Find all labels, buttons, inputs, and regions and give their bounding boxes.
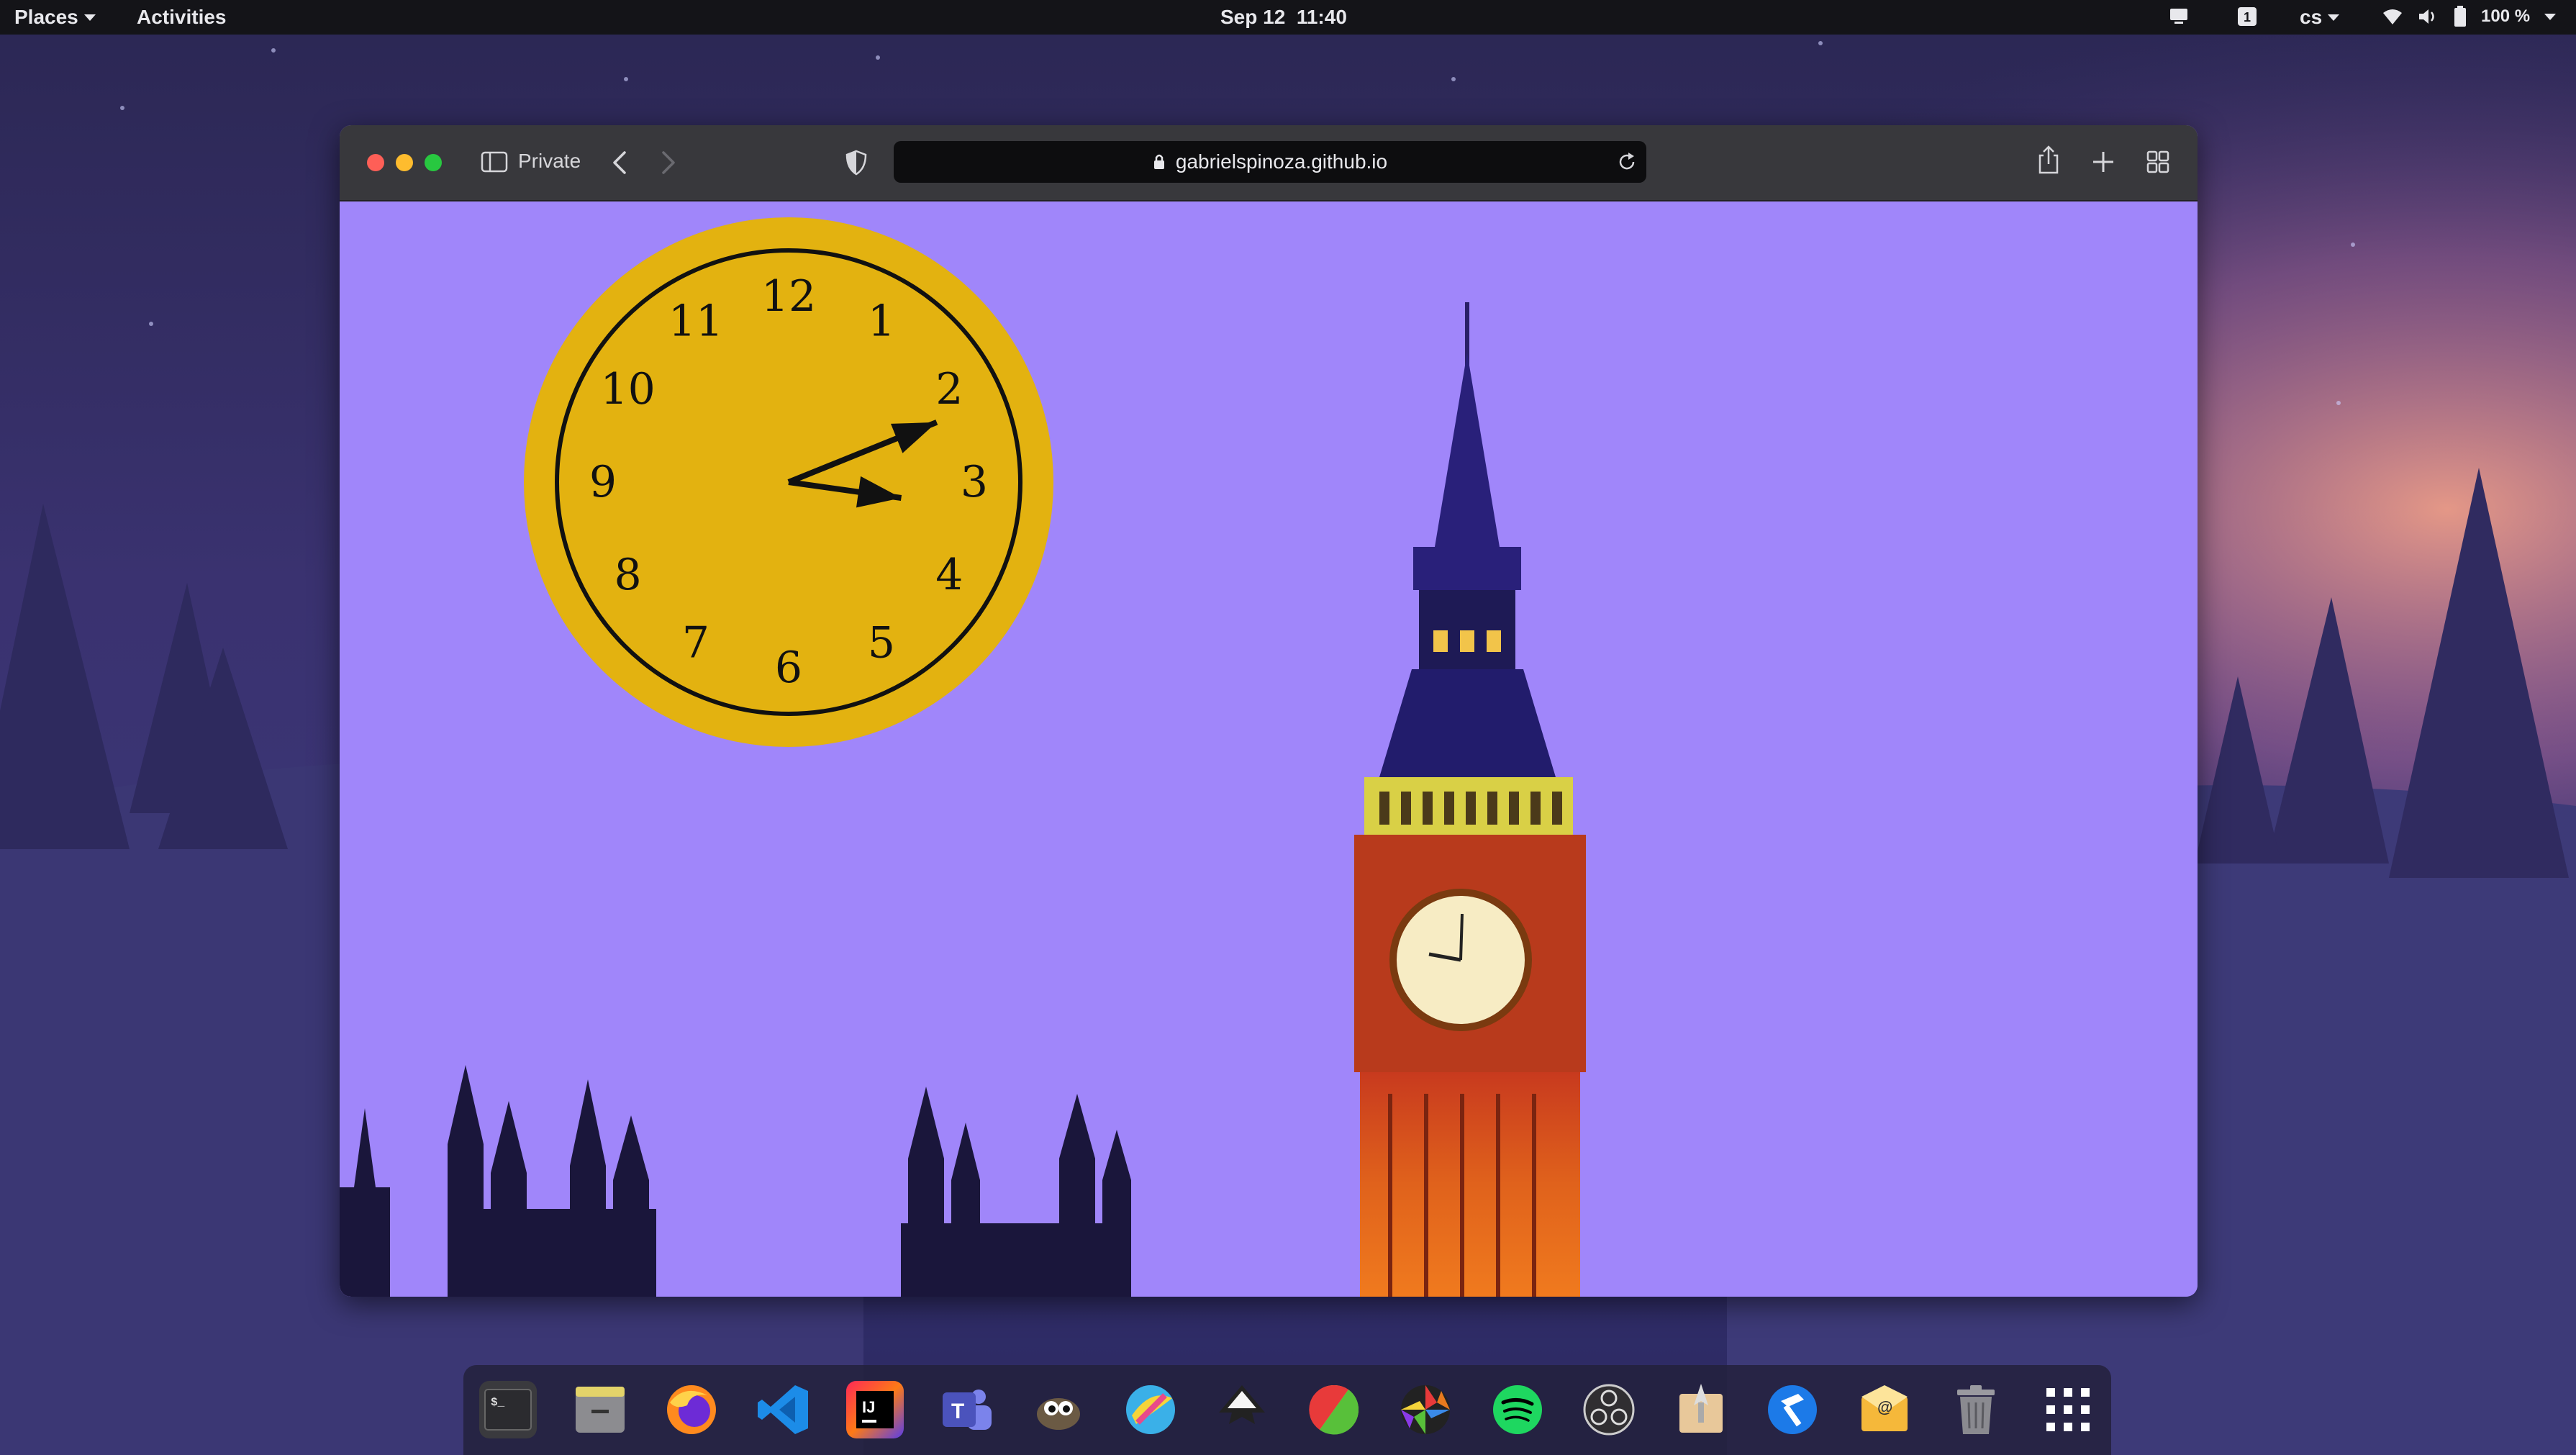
inkscape-icon[interactable] bbox=[1213, 1381, 1271, 1438]
svg-text:IJ: IJ bbox=[862, 1398, 875, 1416]
browser-toolbar: Private gabrielspinoza.github.io bbox=[340, 125, 2198, 201]
dock: $_ IJ T @ bbox=[463, 1365, 2111, 1455]
wifi-icon bbox=[2383, 9, 2402, 24]
screen-sharing-indicator[interactable] bbox=[2169, 6, 2192, 26]
mail-icon[interactable]: @ bbox=[1856, 1381, 1913, 1438]
chevron-down-icon bbox=[83, 14, 96, 21]
svg-text:$_: $_ bbox=[491, 1396, 505, 1409]
share-icon[interactable] bbox=[2036, 144, 2061, 176]
clock-number: 4 bbox=[935, 550, 963, 600]
svg-text:T: T bbox=[951, 1400, 964, 1423]
battery-icon bbox=[2454, 6, 2466, 27]
gimp-icon[interactable] bbox=[1030, 1381, 1087, 1438]
build-tool-icon[interactable] bbox=[1764, 1381, 1821, 1438]
clock-number: 2 bbox=[935, 364, 963, 414]
obs-icon[interactable] bbox=[1580, 1381, 1638, 1438]
lock-icon bbox=[1153, 154, 1164, 169]
trash-icon[interactable] bbox=[1947, 1381, 2005, 1438]
language-label: cs bbox=[2300, 6, 2323, 28]
teams-icon[interactable]: T bbox=[938, 1381, 996, 1438]
language-menu[interactable]: cs bbox=[2300, 6, 2340, 29]
spotify-icon[interactable] bbox=[1489, 1381, 1546, 1438]
page-content: 12 1 2 3 4 5 6 7 8 9 10 11 bbox=[340, 201, 2198, 1297]
system-menu[interactable]: 100 % bbox=[2382, 6, 2557, 27]
app-grid-icon[interactable] bbox=[2039, 1381, 2097, 1438]
vscode-icon[interactable] bbox=[755, 1381, 812, 1438]
url-text: gabrielspinoza.github.io bbox=[1175, 150, 1388, 173]
terminal-icon[interactable]: $_ bbox=[479, 1381, 537, 1438]
battery-percent: 100 % bbox=[2481, 6, 2531, 26]
clock-number: 11 bbox=[668, 296, 723, 347]
krita-icon[interactable] bbox=[1122, 1381, 1179, 1438]
places-menu[interactable]: Places bbox=[14, 6, 96, 29]
workspace-icon: 1 bbox=[2238, 7, 2257, 26]
firefox-icon[interactable] bbox=[663, 1381, 720, 1438]
back-icon[interactable] bbox=[609, 148, 630, 177]
svg-text:1: 1 bbox=[2244, 10, 2251, 24]
activities-label: Activities bbox=[137, 6, 227, 28]
aperture-icon[interactable] bbox=[1397, 1381, 1454, 1438]
launcher-icon[interactable] bbox=[1672, 1381, 1730, 1438]
browser-window: Private gabrielspinoza.github.io 12 1 2 … bbox=[340, 125, 2198, 1297]
color-picker-icon[interactable] bbox=[1305, 1381, 1363, 1438]
datetime-label: Sep 12 11:40 bbox=[1220, 6, 1347, 28]
forward-icon[interactable] bbox=[658, 148, 679, 177]
analog-clock: 12 12 3 45 6 78 9 10 11 bbox=[524, 217, 1053, 747]
close-window-button[interactable] bbox=[367, 154, 384, 171]
reload-icon[interactable] bbox=[1616, 151, 1638, 173]
activities-button[interactable]: Activities bbox=[137, 6, 227, 29]
sidebar-toggle-icon[interactable] bbox=[481, 151, 508, 173]
clock-number: 8 bbox=[614, 550, 642, 600]
clock-number: 7 bbox=[682, 617, 709, 668]
chevron-down-icon bbox=[2544, 13, 2557, 20]
private-mode-label: Private bbox=[518, 150, 581, 172]
address-bar[interactable]: gabrielspinoza.github.io bbox=[894, 141, 1646, 183]
files-icon[interactable] bbox=[571, 1381, 629, 1438]
intellij-icon[interactable]: IJ bbox=[846, 1381, 904, 1438]
svg-text:@: @ bbox=[1877, 1398, 1892, 1416]
clock-number: 3 bbox=[961, 457, 988, 507]
top-bar: Places Activities Sep 12 11:40 1 cs 100 … bbox=[0, 0, 2576, 35]
new-tab-icon[interactable] bbox=[2091, 150, 2115, 174]
clock-number: 9 bbox=[589, 457, 617, 507]
volume-icon bbox=[2419, 9, 2434, 24]
places-label: Places bbox=[14, 6, 78, 28]
display-icon bbox=[2170, 9, 2187, 24]
clock-number: 5 bbox=[868, 617, 895, 668]
minimize-window-button[interactable] bbox=[396, 154, 413, 171]
tab-overview-icon[interactable] bbox=[2146, 150, 2170, 174]
zoom-window-button[interactable] bbox=[425, 154, 442, 171]
clock-number: 12 bbox=[761, 271, 816, 322]
clock-number: 10 bbox=[600, 364, 655, 414]
clock-number: 1 bbox=[868, 296, 895, 347]
clock-number: 6 bbox=[775, 643, 802, 693]
clock-datetime[interactable]: Sep 12 11:40 bbox=[1220, 6, 1347, 29]
chevron-down-icon bbox=[2328, 14, 2340, 21]
workspace-indicator[interactable]: 1 bbox=[2236, 6, 2258, 27]
privacy-shield-icon[interactable] bbox=[845, 150, 868, 176]
